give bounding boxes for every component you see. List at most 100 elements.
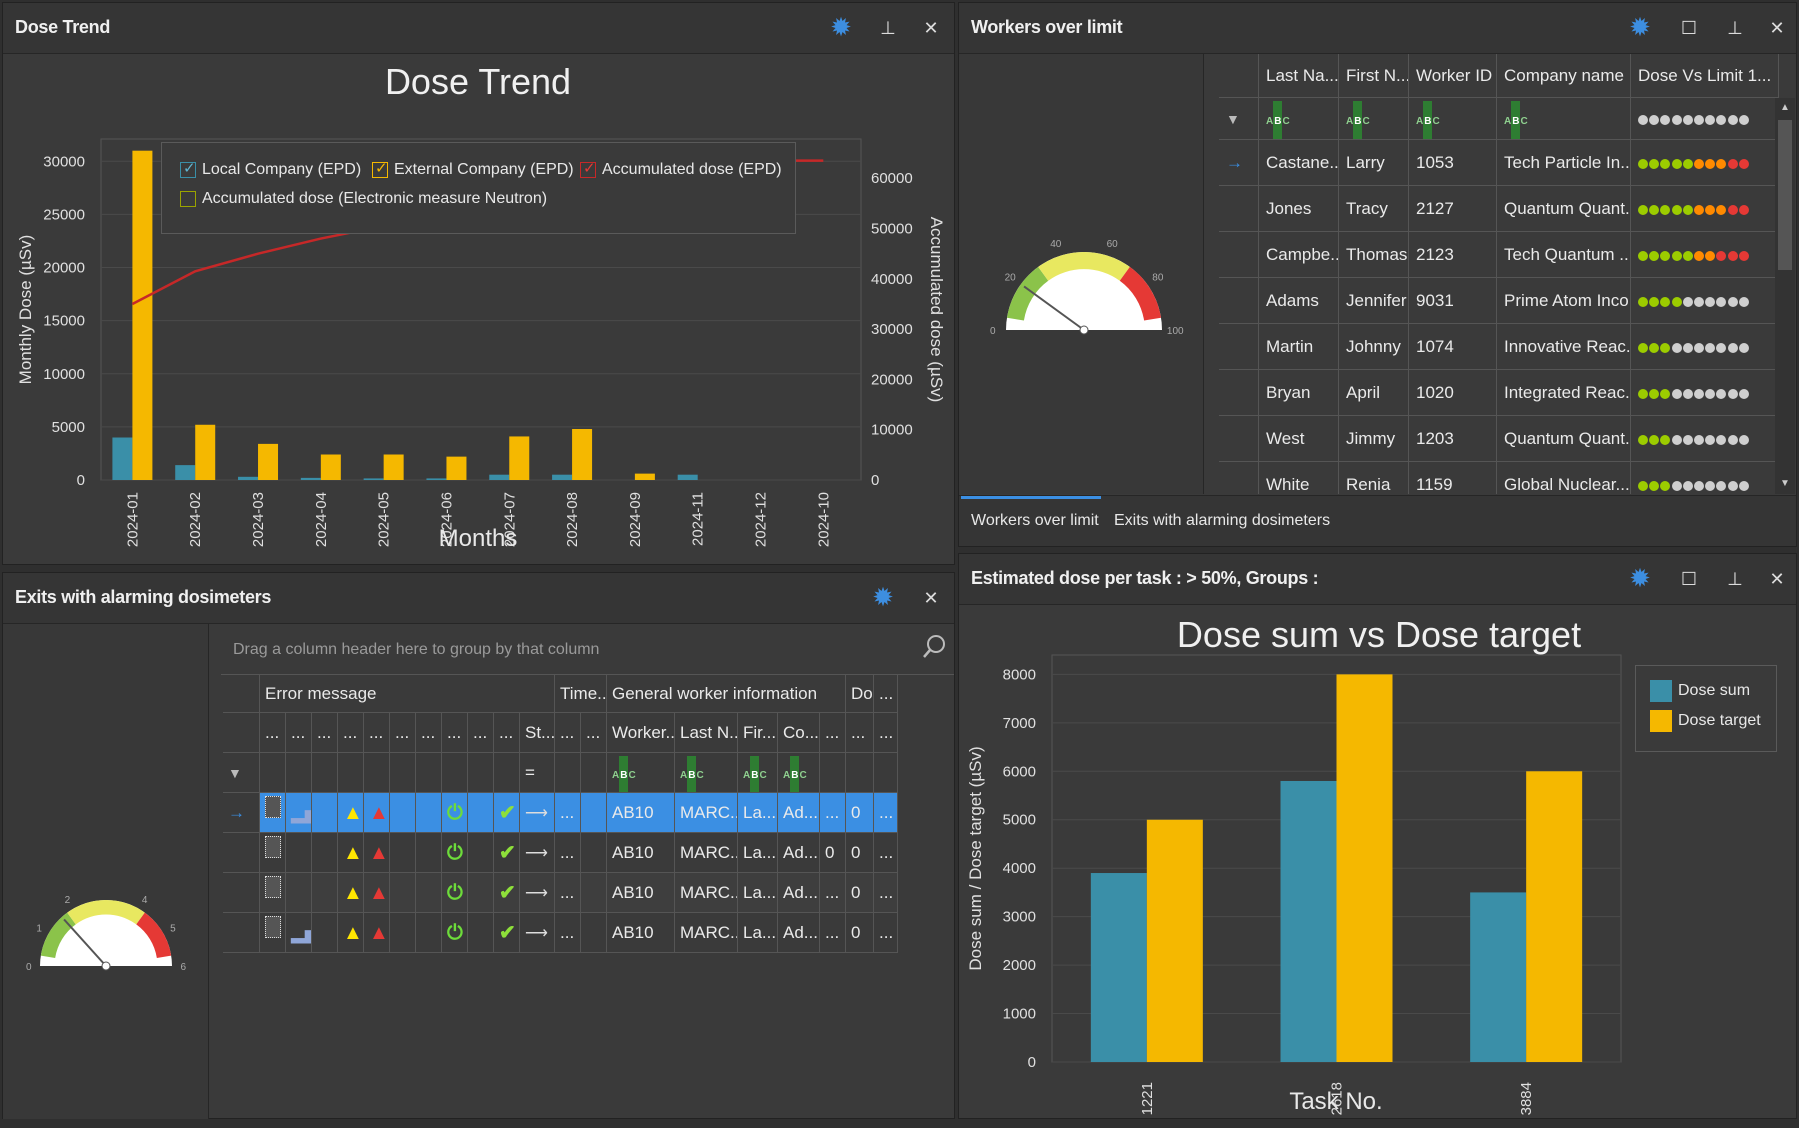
table-cell[interactable]: 1053 <box>1409 140 1497 186</box>
cell-last-name[interactable]: MARC... <box>675 833 738 873</box>
column-header[interactable]: Worker ID <box>1409 54 1497 98</box>
table-cell[interactable]: Renia <box>1339 462 1409 494</box>
table-cell[interactable]: 2127 <box>1409 186 1497 232</box>
ellipsis-icon[interactable] <box>265 916 281 938</box>
column-header[interactable]: Dose Vs Limit 1... <box>1631 54 1779 98</box>
column-header[interactable]: ... <box>390 713 416 753</box>
equals-filter-icon[interactable]: = <box>525 763 535 782</box>
filter-cell[interactable] <box>364 753 390 793</box>
table-cell[interactable]: Jones <box>1259 186 1339 232</box>
filter-cell[interactable]: ABC <box>1497 98 1631 140</box>
filter-row-icon[interactable]: ▼ <box>223 753 260 793</box>
filter-cell[interactable] <box>468 753 494 793</box>
legend-item-dose-target[interactable]: Dose target <box>1650 710 1761 732</box>
column-header[interactable]: Worker... <box>607 713 675 753</box>
cell-last-name[interactable]: MARC... <box>675 873 738 913</box>
band-header-general[interactable]: General worker information <box>607 675 846 713</box>
checkbox-icon[interactable]: ✓ <box>180 160 196 178</box>
cell-value[interactable]: ... <box>820 793 846 833</box>
ellipsis-icon[interactable] <box>265 876 281 898</box>
table-cell[interactable]: Castane... <box>1259 140 1339 186</box>
table-cell[interactable]: Quantum Quant... <box>1497 186 1631 232</box>
cell-worker[interactable]: AB10 <box>607 793 675 833</box>
bar-chart-icon[interactable]: ▂▅▇ <box>291 803 311 823</box>
cell-first-name[interactable]: La... <box>738 833 778 873</box>
close-icon[interactable]: ✕ <box>1764 566 1790 592</box>
cell-value[interactable]: ... <box>874 793 898 833</box>
gear-icon[interactable]: ✹ <box>870 584 896 611</box>
column-header[interactable]: ... <box>416 713 442 753</box>
abc-filter-icon[interactable]: ABC <box>680 756 704 792</box>
cell-value[interactable]: ... <box>874 913 898 953</box>
abc-filter-icon[interactable]: ABC <box>612 756 636 792</box>
table-cell[interactable]: 1020 <box>1409 370 1497 416</box>
cell-value[interactable]: ... <box>874 873 898 913</box>
table-cell[interactable]: Tracy <box>1339 186 1409 232</box>
abc-filter-icon[interactable]: ABC <box>783 756 807 792</box>
table-cell[interactable]: Larry <box>1339 140 1409 186</box>
more-button[interactable] <box>260 793 286 833</box>
table-cell[interactable]: Tech Quantum ... <box>1497 232 1631 278</box>
legend-item-accumulated[interactable]: ✓ Accumulated dose (EPD) <box>580 160 782 179</box>
cell-value[interactable]: ... <box>820 913 846 953</box>
table-cell[interactable]: Johnny <box>1339 324 1409 370</box>
cell-value[interactable]: 0 <box>846 833 874 873</box>
column-header[interactable]: ... <box>468 713 494 753</box>
tab-workers-over-limit[interactable]: Workers over limit <box>971 512 1099 530</box>
table-cell[interactable]: Prime Atom Inco... <box>1497 278 1631 324</box>
table-cell[interactable]: April <box>1339 370 1409 416</box>
cell-first-name[interactable]: La... <box>738 793 778 833</box>
cell-company[interactable]: Ad... <box>778 913 820 953</box>
filter-cell[interactable] <box>555 753 581 793</box>
table-cell[interactable]: Martin <box>1259 324 1339 370</box>
filter-cell[interactable]: ABC <box>607 753 675 793</box>
filter-cell[interactable] <box>260 753 286 793</box>
filter-cell[interactable]: ABC <box>675 753 738 793</box>
scroll-down-icon[interactable]: ▼ <box>1780 478 1790 489</box>
table-cell[interactable]: Jennifer <box>1339 278 1409 324</box>
vertical-scrollbar[interactable]: ▲ ▼ <box>1775 98 1795 494</box>
cell-value[interactable]: ... <box>874 833 898 873</box>
column-header[interactable]: ... <box>820 713 846 753</box>
filter-cell[interactable] <box>390 753 416 793</box>
checkbox-icon[interactable]: ✓ <box>580 160 596 178</box>
table-cell[interactable]: 2123 <box>1409 232 1497 278</box>
column-header[interactable]: First N... <box>1339 54 1409 98</box>
band-header-error[interactable]: Error message <box>260 675 555 713</box>
cell-chart[interactable]: ▂▅▇ <box>286 913 312 953</box>
pin-icon[interactable]: ⊥ <box>1722 566 1748 592</box>
scroll-up-icon[interactable]: ▲ <box>1780 102 1790 113</box>
cell-value[interactable]: 0 <box>820 833 846 873</box>
filter-cell[interactable] <box>338 753 364 793</box>
table-cell[interactable]: 1203 <box>1409 416 1497 462</box>
filter-cell[interactable]: ABC <box>738 753 778 793</box>
table-cell[interactable]: 9031 <box>1409 278 1497 324</box>
cell-last-name[interactable]: MARC... <box>675 793 738 833</box>
more-button[interactable] <box>260 913 286 953</box>
cell-worker[interactable]: AB10 <box>607 873 675 913</box>
more-button[interactable] <box>260 833 286 873</box>
filter-cell[interactable] <box>1631 98 1779 140</box>
close-icon[interactable]: ✕ <box>1764 15 1790 41</box>
cell-company[interactable]: Ad... <box>778 793 820 833</box>
cell-value[interactable]: ... <box>820 873 846 913</box>
cell-first-name[interactable]: La... <box>738 913 778 953</box>
column-header[interactable]: ... <box>260 713 286 753</box>
table-cell[interactable]: West <box>1259 416 1339 462</box>
ellipsis-icon[interactable] <box>265 836 281 858</box>
column-header[interactable]: ... <box>874 713 898 753</box>
search-icon[interactable] <box>922 634 945 658</box>
column-header[interactable]: Last N... <box>675 713 738 753</box>
abc-filter-icon[interactable]: ABC <box>1266 101 1290 139</box>
close-icon[interactable]: ✕ <box>918 585 944 611</box>
filter-cell[interactable] <box>494 753 520 793</box>
table-cell[interactable]: Global Nuclear... <box>1497 462 1631 494</box>
column-header[interactable]: ... <box>555 713 581 753</box>
table-cell[interactable]: Quantum Quant... <box>1497 416 1631 462</box>
gear-icon[interactable]: ✹ <box>828 14 854 41</box>
pin-icon[interactable]: ⊥ <box>875 15 901 41</box>
filter-cell[interactable]: ABC <box>1259 98 1339 140</box>
column-header[interactable]: ... <box>338 713 364 753</box>
cell-first-name[interactable]: La... <box>738 873 778 913</box>
band-header-dose[interactable]: Dos... <box>846 675 874 713</box>
